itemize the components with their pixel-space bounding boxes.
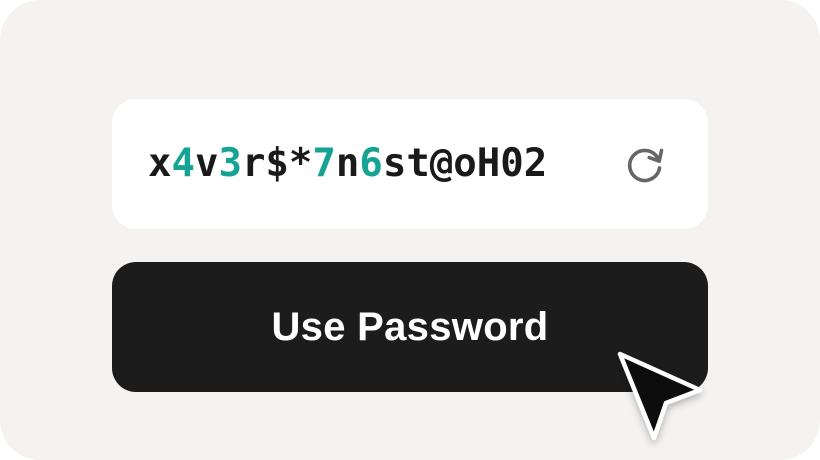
password-chars: n <box>335 141 360 186</box>
password-digit: 4 <box>171 141 195 186</box>
password-digit: 7 <box>312 141 336 186</box>
generated-password-field[interactable]: x4v3r$*7n6st@oH02 <box>112 99 708 229</box>
use-password-button[interactable]: Use Password <box>112 262 708 392</box>
password-digit: 3 <box>218 141 242 186</box>
generated-password-text: x4v3r$*7n6st@oH02 <box>148 99 547 229</box>
password-chars: x <box>148 141 172 186</box>
password-digit: 6 <box>359 141 383 186</box>
password-generator-card: x4v3r$*7n6st@oH02 Use Password <box>0 0 820 460</box>
password-chars: v <box>194 141 219 186</box>
password-chars: st@oH02 <box>382 141 548 186</box>
password-chars: r$* <box>241 141 313 186</box>
refresh-icon[interactable] <box>621 140 669 188</box>
use-password-button-label: Use Password <box>271 304 549 349</box>
